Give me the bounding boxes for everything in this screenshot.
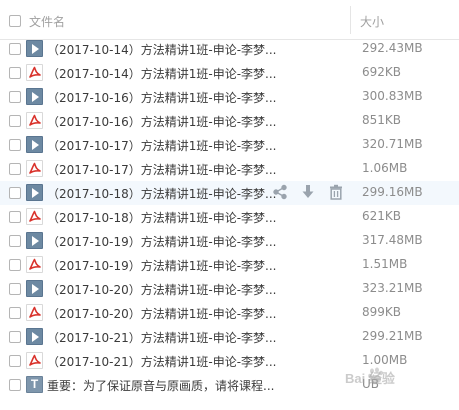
file-name[interactable]: （2017-10-19）方法精讲1班-申论-李梦... bbox=[47, 233, 276, 250]
file-row[interactable]: （2017-10-19）方法精讲1班-申论-李梦... 1.51MB bbox=[0, 253, 459, 277]
file-size: 300.83MB bbox=[362, 89, 423, 103]
file-name[interactable]: （2017-10-14）方法精讲1班-申论-李梦... bbox=[47, 41, 276, 58]
row-checkbox[interactable] bbox=[9, 331, 21, 343]
file-size: 292.43MB bbox=[362, 41, 423, 55]
pdf-file-icon bbox=[26, 256, 43, 273]
file-size: 851KB bbox=[362, 113, 402, 127]
file-row[interactable]: （2017-10-20）方法精讲1班-申论-李梦... 899KB bbox=[0, 301, 459, 325]
file-row[interactable]: （2017-10-18）方法精讲1班-申论-李梦... 621KB bbox=[0, 205, 459, 229]
file-size: 1.06MB bbox=[362, 161, 408, 175]
file-row[interactable]: （2017-10-17）方法精讲1班-申论-李梦... 1.06MB bbox=[0, 157, 459, 181]
row-checkbox[interactable] bbox=[9, 67, 21, 79]
file-size: 299.21MB bbox=[362, 329, 423, 343]
video-file-icon bbox=[26, 40, 43, 57]
column-header-size[interactable]: 大小 bbox=[360, 13, 384, 30]
column-header-name[interactable]: 文件名 bbox=[29, 13, 65, 30]
row-checkbox[interactable] bbox=[9, 259, 21, 271]
file-name[interactable]: （2017-10-21）方法精讲1班-申论-李梦... bbox=[47, 353, 276, 370]
file-size: 899KB bbox=[362, 305, 402, 319]
pdf-file-icon bbox=[26, 208, 43, 225]
video-file-icon bbox=[26, 136, 43, 153]
row-checkbox[interactable] bbox=[9, 115, 21, 127]
file-row[interactable]: （2017-10-18）方法精讲1班-申论-李梦... 299.16MB bbox=[0, 181, 459, 205]
row-checkbox[interactable] bbox=[9, 355, 21, 367]
video-file-icon bbox=[26, 232, 43, 249]
file-name[interactable]: （2017-10-18）方法精讲1班-申论-李梦... bbox=[47, 209, 276, 226]
file-name[interactable]: （2017-10-20）方法精讲1班-申论-李梦... bbox=[47, 305, 276, 322]
file-name[interactable]: （2017-10-21）方法精讲1班-申论-李梦... bbox=[47, 329, 276, 346]
video-file-icon bbox=[26, 328, 43, 345]
pdf-file-icon bbox=[26, 304, 43, 321]
file-row[interactable]: （2017-10-16）方法精讲1班-申论-李梦... 851KB bbox=[0, 109, 459, 133]
file-row[interactable]: （2017-10-16）方法精讲1班-申论-李梦... 300.83MB bbox=[0, 85, 459, 109]
delete-icon[interactable] bbox=[328, 184, 344, 200]
file-name[interactable]: （2017-10-17）方法精讲1班-申论-李梦... bbox=[47, 137, 276, 154]
pdf-file-icon bbox=[26, 352, 43, 369]
share-icon[interactable] bbox=[272, 184, 288, 200]
baidu-paw-watermark-icon bbox=[368, 367, 383, 383]
row-checkbox[interactable] bbox=[9, 163, 21, 175]
file-name[interactable]: （2017-10-17）方法精讲1班-申论-李梦... bbox=[47, 161, 276, 178]
row-checkbox[interactable] bbox=[9, 307, 21, 319]
row-checkbox[interactable] bbox=[9, 187, 21, 199]
file-size: 323.21MB bbox=[362, 281, 423, 295]
file-name[interactable]: （2017-10-20）方法精讲1班-申论-李梦... bbox=[47, 281, 276, 298]
file-row[interactable]: （2017-10-19）方法精讲1班-申论-李梦... 317.48MB bbox=[0, 229, 459, 253]
download-icon[interactable] bbox=[300, 184, 316, 200]
file-row[interactable]: （2017-10-20）方法精讲1班-申论-李梦... 323.21MB bbox=[0, 277, 459, 301]
pdf-file-icon bbox=[26, 112, 43, 129]
row-checkbox[interactable] bbox=[9, 379, 21, 391]
file-list-header: 文件名 大小 bbox=[0, 0, 459, 40]
file-size: 621KB bbox=[362, 209, 402, 223]
video-file-icon bbox=[26, 184, 43, 201]
video-file-icon bbox=[26, 88, 43, 105]
file-name[interactable]: 重要：为了保证原音与原画质，请将课程... bbox=[47, 377, 274, 394]
column-divider[interactable] bbox=[350, 6, 351, 34]
file-size: 320.71MB bbox=[362, 137, 423, 151]
file-name[interactable]: （2017-10-14）方法精讲1班-申论-李梦... bbox=[47, 65, 276, 82]
file-row[interactable]: （2017-10-14）方法精讲1班-申论-李梦... 292.43MB bbox=[0, 37, 459, 61]
row-checkbox[interactable] bbox=[9, 235, 21, 247]
file-name[interactable]: （2017-10-16）方法精讲1班-申论-李梦... bbox=[47, 113, 276, 130]
text-file-icon bbox=[26, 376, 43, 393]
row-checkbox[interactable] bbox=[9, 43, 21, 55]
file-row[interactable]: （2017-10-17）方法精讲1班-申论-李梦... 320.71MB bbox=[0, 133, 459, 157]
select-all-checkbox[interactable] bbox=[9, 15, 21, 27]
row-checkbox[interactable] bbox=[9, 283, 21, 295]
file-size: 1.51MB bbox=[362, 257, 408, 271]
file-name[interactable]: （2017-10-16）方法精讲1班-申论-李梦... bbox=[47, 89, 276, 106]
pdf-file-icon bbox=[26, 160, 43, 177]
file-name[interactable]: （2017-10-19）方法精讲1班-申论-李梦... bbox=[47, 257, 276, 274]
file-name[interactable]: （2017-10-18）方法精讲1班-申论-李梦... bbox=[47, 185, 276, 202]
row-checkbox[interactable] bbox=[9, 211, 21, 223]
file-size: 1.00MB bbox=[362, 353, 408, 367]
file-row[interactable]: （2017-10-14）方法精讲1班-申论-李梦... 692KB bbox=[0, 61, 459, 85]
pdf-file-icon bbox=[26, 64, 43, 81]
file-size: 317.48MB bbox=[362, 233, 423, 247]
file-size: 692KB bbox=[362, 65, 402, 79]
video-file-icon bbox=[26, 280, 43, 297]
file-row[interactable]: （2017-10-21）方法精讲1班-申论-李梦... 299.21MB bbox=[0, 325, 459, 349]
row-checkbox[interactable] bbox=[9, 139, 21, 151]
row-checkbox[interactable] bbox=[9, 91, 21, 103]
file-size: 299.16MB bbox=[362, 185, 423, 199]
